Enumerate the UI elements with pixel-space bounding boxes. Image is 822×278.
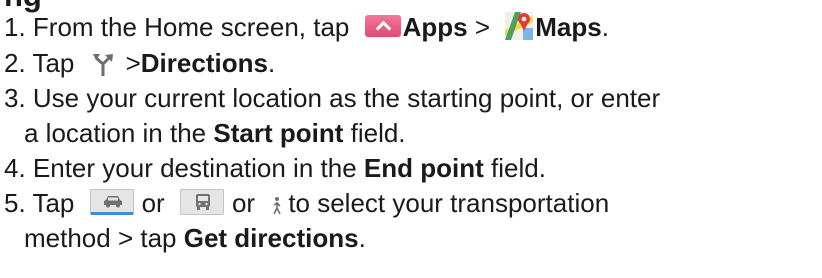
directions-label: Directions bbox=[140, 48, 268, 79]
step-3-line-2: a location in the Start point field. bbox=[24, 118, 406, 149]
step-5-line-1: 5. Tap or or to select your transportati… bbox=[4, 188, 610, 219]
apps-icon bbox=[364, 15, 401, 38]
maps-label: Maps bbox=[535, 12, 602, 42]
start-point-label: Start point bbox=[213, 118, 344, 149]
apps-label: Apps bbox=[402, 12, 468, 42]
instruction-list: 1. From the Home screen, tap Apps > Maps… bbox=[4, 10, 820, 256]
get-directions-label: Get directions bbox=[183, 223, 359, 254]
step-1: 1. From the Home screen, tap Apps > Maps… bbox=[4, 12, 609, 42]
step-3-line-1: 3. Use your current location as the star… bbox=[4, 83, 661, 114]
walk-icon bbox=[270, 191, 284, 215]
end-point-label: End point bbox=[363, 153, 484, 184]
step-5-line-2: method > tap Get directions. bbox=[24, 223, 366, 254]
step-2: 2. Tap >Directions. bbox=[4, 48, 276, 79]
car-icon bbox=[89, 189, 134, 216]
maps-icon bbox=[505, 12, 534, 41]
directions-icon bbox=[92, 50, 114, 77]
transit-icon bbox=[179, 189, 224, 216]
step-4: 4. Enter your destination in the End poi… bbox=[4, 153, 546, 184]
